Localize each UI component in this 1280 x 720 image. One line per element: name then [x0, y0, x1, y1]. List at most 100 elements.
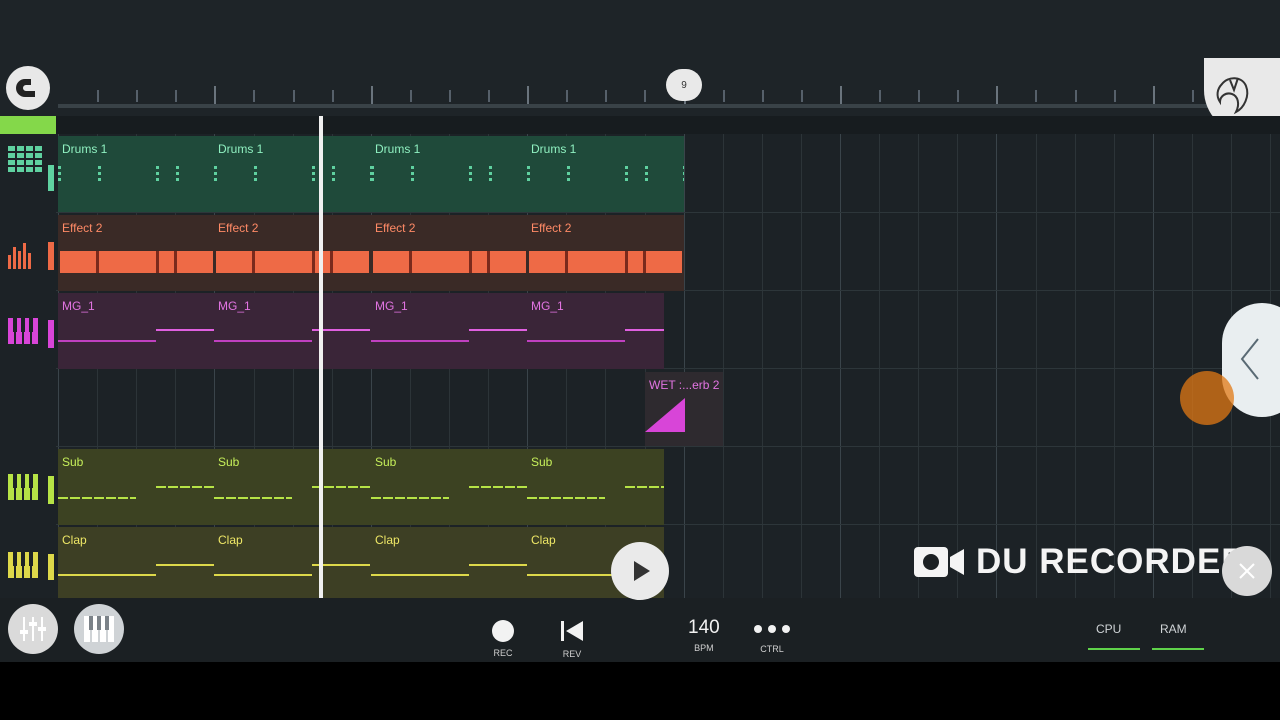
top-black-bar — [0, 0, 1280, 58]
grid-beat-line — [722, 134, 724, 598]
playhead[interactable] — [319, 116, 323, 598]
timeline-ruler[interactable]: 9 — [0, 58, 1280, 134]
effect-clip[interactable]: Effect 2 — [527, 215, 684, 291]
more-dots-icon — [754, 625, 790, 633]
grid-beat-line — [761, 134, 763, 598]
timeline-header — [56, 116, 1280, 134]
effect-clip[interactable]: Effect 2 — [371, 215, 528, 291]
clap-clip[interactable]: Clap — [371, 527, 528, 599]
drums-clip[interactable]: Drums 1 — [214, 136, 371, 212]
grid-beat-line — [918, 134, 920, 598]
magnet-snap-icon[interactable] — [6, 66, 50, 110]
ruler-tick — [97, 90, 99, 102]
grid-beat-line — [1191, 134, 1193, 598]
ruler-tick — [839, 86, 842, 104]
grid-beat-line — [879, 134, 881, 598]
grid-beat-line — [800, 134, 802, 598]
ruler-tick — [331, 90, 334, 102]
mixer-icon[interactable] — [8, 604, 58, 654]
ruler-tick — [488, 90, 490, 102]
ram-meter — [1152, 648, 1204, 650]
video-camera-icon — [914, 547, 964, 577]
effect-clip[interactable]: Effect 2 — [58, 215, 215, 291]
ruler-tick — [175, 90, 178, 102]
track-separator — [56, 212, 1280, 213]
play-button[interactable] — [611, 542, 669, 600]
clap-clip[interactable]: Clap — [214, 527, 371, 599]
ctrl-label: CTRL — [760, 644, 784, 654]
track-color-bar-clap — [48, 554, 54, 580]
tempo-display[interactable]: 140 BPM — [688, 617, 720, 653]
mg-clip[interactable]: MG_1 — [58, 293, 215, 369]
ruler-tick — [409, 90, 412, 102]
ruler-tick — [292, 90, 295, 102]
ruler-tick — [566, 90, 569, 102]
bpm-value: 140 — [688, 617, 720, 638]
sub-clip[interactable]: Sub — [527, 449, 664, 525]
ruler-tick — [1035, 90, 1038, 102]
clap-clip[interactable]: Clap — [58, 527, 215, 599]
drum-pattern-icon[interactable] — [8, 142, 48, 176]
track-color-bar-sub — [48, 476, 54, 504]
ruler-tick — [136, 90, 139, 102]
piano-roll-icon[interactable] — [8, 470, 48, 504]
ruler-tick — [253, 90, 256, 102]
drums-clip[interactable]: Drums 1 — [371, 136, 528, 212]
recording-indicator — [1180, 371, 1234, 425]
track-color-bar-effect — [48, 242, 54, 270]
bpm-label: BPM — [694, 643, 714, 653]
piano-roll-icon[interactable] — [8, 548, 48, 582]
cpu-label: CPU — [1096, 622, 1122, 636]
record-dot-icon — [492, 620, 514, 642]
ruler-tick — [1074, 90, 1077, 102]
mg-clip[interactable]: MG_1 — [527, 293, 664, 369]
audio-bars-icon[interactable] — [8, 238, 48, 272]
transport-bar — [0, 598, 1280, 662]
rev-label: REV — [562, 649, 582, 659]
grid-beat-line — [1152, 134, 1154, 598]
ruler-tick — [370, 86, 373, 104]
ruler-tick — [879, 90, 881, 102]
ruler-tick — [644, 90, 647, 102]
sub-clip[interactable]: Sub — [214, 449, 371, 525]
effect-clip[interactable]: Effect 2 — [214, 215, 371, 291]
rewind-button[interactable]: REV — [559, 619, 585, 659]
grid-beat-line — [840, 134, 841, 598]
drums-clip[interactable]: Drums 1 — [58, 136, 215, 212]
ruler-tick — [1152, 86, 1155, 104]
clip-label: WET :...erb 2 — [649, 378, 720, 392]
track-color-bar-mg — [48, 320, 54, 348]
grid-beat-line — [1113, 134, 1115, 598]
ruler-tick — [605, 90, 608, 102]
sub-clip[interactable]: Sub — [58, 449, 215, 525]
pattern-selector-strip[interactable] — [0, 116, 56, 134]
ruler-tick — [1113, 90, 1116, 102]
mg-clip[interactable]: MG_1 — [214, 293, 371, 369]
ctrl-button[interactable]: CTRL — [753, 622, 791, 654]
drums-clip[interactable]: Drums 1 — [527, 136, 684, 212]
watermark-text: DU RECORDER — [976, 542, 1248, 581]
ruler-line — [58, 104, 1208, 108]
song-position-marker[interactable]: 9 — [666, 69, 702, 101]
mg-clip[interactable]: MG_1 — [371, 293, 528, 369]
play-icon — [634, 561, 650, 581]
ruler-tick — [448, 90, 451, 102]
piano-keys-icon[interactable] — [74, 604, 124, 654]
grid-beat-line — [1074, 134, 1076, 598]
ruler-tick — [918, 90, 921, 102]
grid-beat-line — [957, 134, 959, 598]
ruler-tick — [800, 90, 803, 102]
record-button[interactable]: REC — [492, 620, 514, 658]
close-icon[interactable] — [1222, 546, 1272, 596]
ruler-tick — [1191, 90, 1194, 102]
piano-roll-icon[interactable] — [8, 314, 48, 348]
ruler-tick — [761, 90, 764, 102]
automation-clip[interactable]: WET :...erb 2 — [645, 372, 723, 446]
ruler-tick — [527, 86, 530, 104]
rec-label: REC — [493, 648, 513, 658]
track-color-bar-drums — [48, 165, 54, 191]
chevron-left-icon — [1240, 338, 1259, 380]
grid-beat-line — [1035, 134, 1037, 598]
sub-clip[interactable]: Sub — [371, 449, 528, 525]
skip-back-icon — [561, 621, 583, 641]
